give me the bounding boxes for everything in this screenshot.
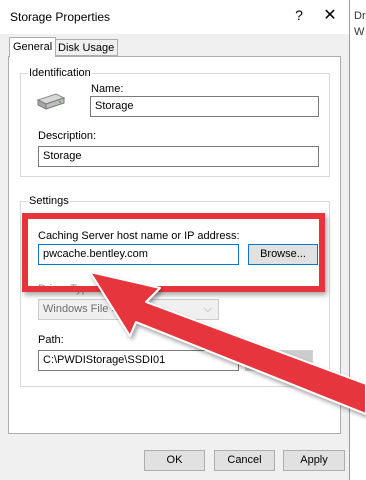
annotation-arrow (89, 271, 366, 415)
tab-general[interactable]: General (9, 37, 57, 57)
